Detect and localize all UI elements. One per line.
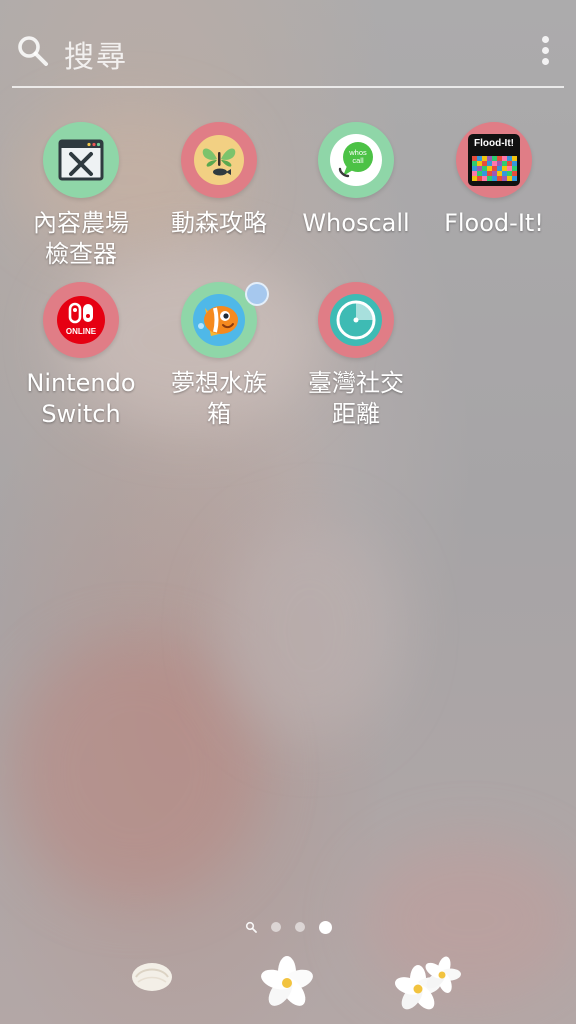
app-label: Nintendo Switch xyxy=(26,369,136,428)
app-nintendo-switch[interactable]: ONLINE Nintendo Switch xyxy=(12,282,150,430)
app-label: Whoscall xyxy=(302,209,410,237)
app-content-farm-checker[interactable]: 內容農場 檢查器 xyxy=(12,122,150,270)
page-dot[interactable] xyxy=(270,922,281,932)
app-flood-it[interactable]: Flood-It! Flood-It! xyxy=(425,122,563,239)
more-options-icon[interactable] xyxy=(540,36,550,68)
app-taiwan-social-distancing[interactable]: 臺灣社交 距離 xyxy=(287,282,425,430)
search-bar[interactable]: 搜尋 xyxy=(12,20,564,88)
page-dot-active[interactable] xyxy=(318,920,332,934)
plumeria-flowers-icon xyxy=(392,955,464,1019)
whoscall-icon: whos call xyxy=(318,122,394,198)
app-label: 夢想水族 箱 xyxy=(171,369,267,428)
app-label: 動森攻略 xyxy=(171,209,267,237)
page-dot[interactable] xyxy=(294,922,305,932)
plumeria-flower-icon xyxy=(258,955,316,1015)
search-icon xyxy=(18,36,48,66)
notification-badge xyxy=(245,282,269,306)
app-label: 內容農場 檢查器 xyxy=(33,209,129,268)
nintendo-switch-online-icon: ONLINE xyxy=(43,282,119,358)
animal-crossing-guide-icon xyxy=(181,122,257,198)
app-dream-aquarium[interactable]: 夢想水族 箱 xyxy=(150,282,288,430)
taiwan-social-distancing-icon xyxy=(318,282,394,358)
dream-aquarium-icon xyxy=(181,282,269,358)
app-whoscall[interactable]: whos call Whoscall xyxy=(287,122,425,239)
page-indicator xyxy=(0,918,576,936)
flood-it-icon: Flood-It! xyxy=(456,122,532,198)
content-farm-checker-icon xyxy=(43,122,119,198)
app-label: 臺灣社交 距離 xyxy=(308,369,404,428)
app-label: Flood-It! xyxy=(444,209,544,237)
search-page-icon[interactable] xyxy=(245,921,257,933)
shell-icon xyxy=(128,955,176,999)
svg-text:call: call xyxy=(352,156,364,165)
search-placeholder: 搜尋 xyxy=(64,40,128,75)
app-animal-crossing-guide[interactable]: 動森攻略 xyxy=(150,122,288,239)
